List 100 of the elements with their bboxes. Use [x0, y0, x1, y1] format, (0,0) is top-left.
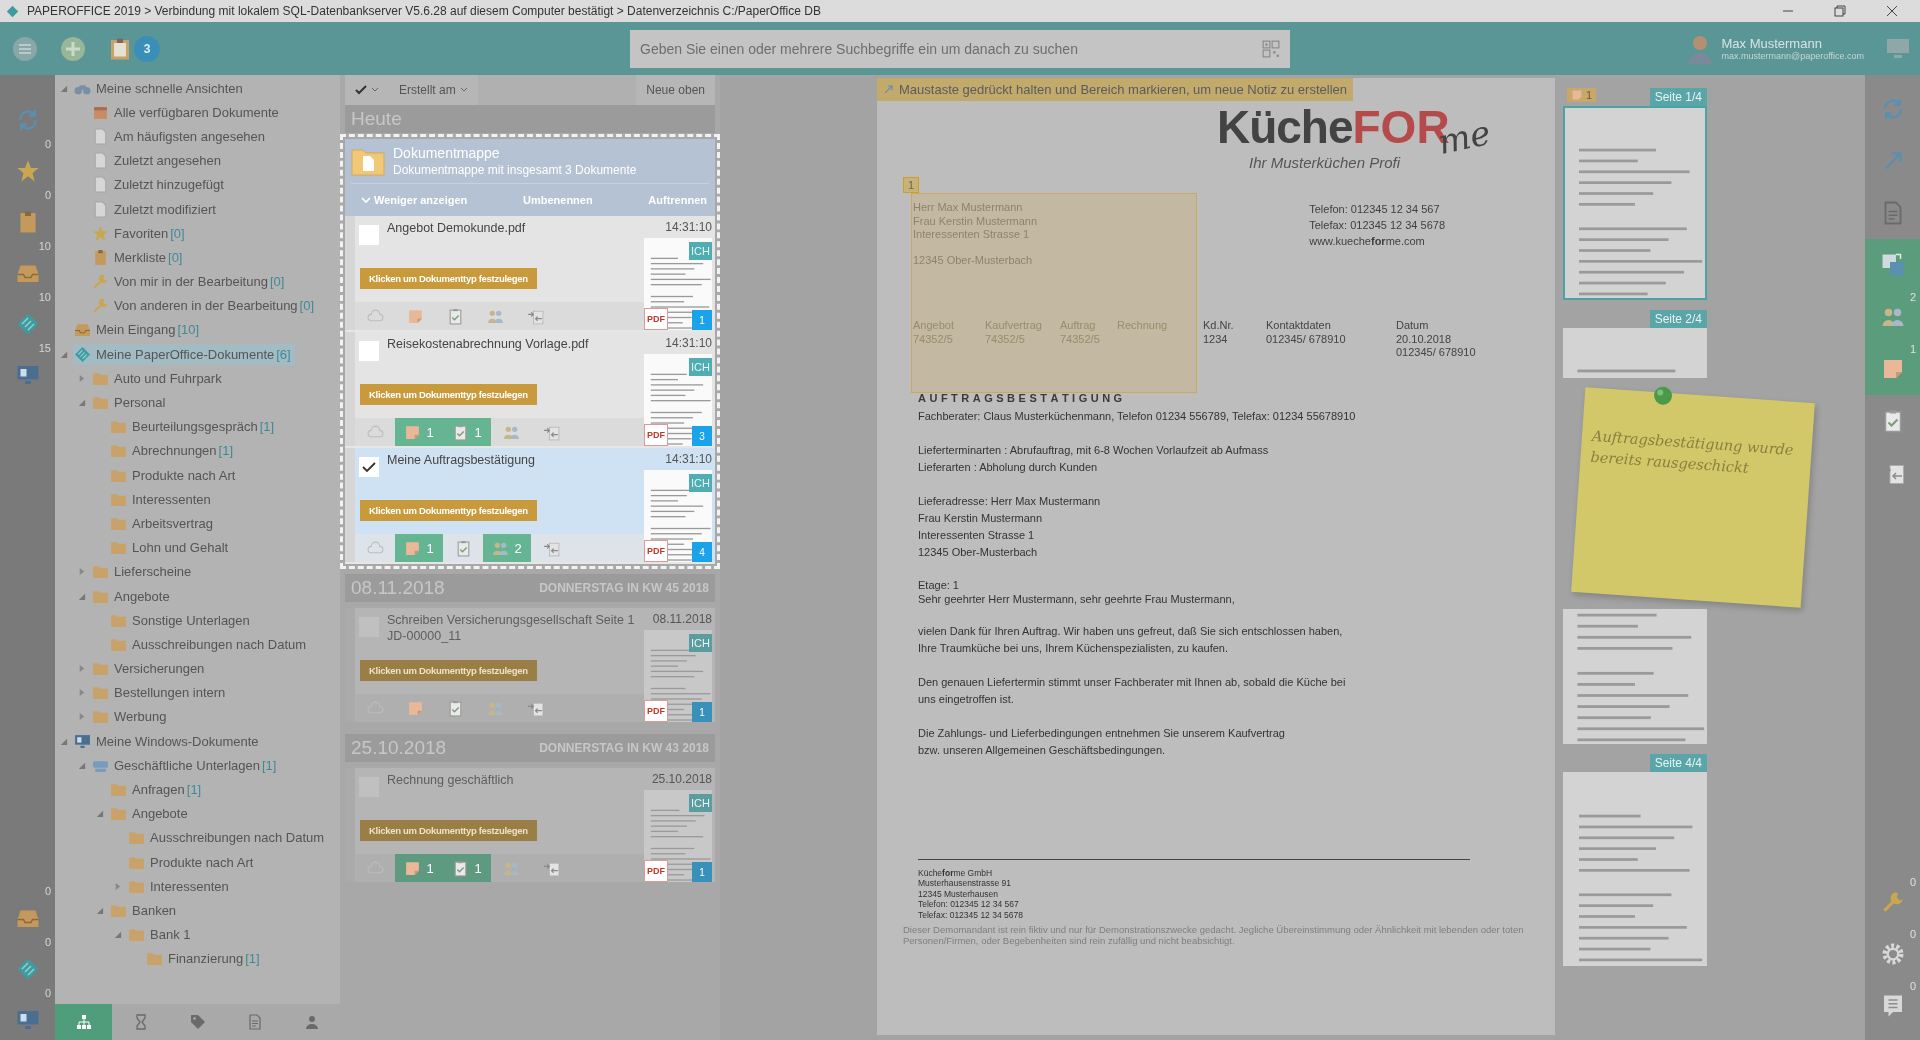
tree-item[interactable]: Favoriten[0]	[91, 222, 189, 244]
tree-item[interactable]: Geschäftliche Unterlagen[1]	[91, 754, 281, 776]
star-icon[interactable]	[15, 159, 40, 183]
tree-item[interactable]: Auto und Fuhrpark	[91, 367, 226, 389]
monitor-icon[interactable]	[15, 363, 40, 387]
tree-item[interactable]: Produkte nach Art	[109, 464, 240, 486]
clipboard-check-button[interactable]: 1	[443, 418, 491, 446]
tree-item[interactable]: Beurteilungsgespräch[1]	[109, 416, 279, 438]
note-area[interactable]	[911, 193, 1197, 393]
tree-item[interactable]: Angebote	[91, 585, 174, 607]
people-button[interactable]: 2	[483, 534, 531, 562]
tree-item[interactable]: Bank 1	[127, 924, 195, 946]
tree-item[interactable]: Interessenten	[127, 875, 233, 897]
tree-item[interactable]: Werbung	[91, 706, 171, 728]
tree-item[interactable]: Meine schnelle Ansichten	[73, 77, 247, 99]
note-button[interactable]: 1	[395, 534, 443, 562]
tree-item-label: Anfragen	[132, 782, 185, 798]
qr-code-icon[interactable]	[1262, 39, 1280, 58]
collapsed-arrow-icon[interactable]	[77, 567, 86, 577]
sort-dropdown[interactable]: Erstellt am	[389, 75, 478, 105]
tree-item[interactable]: Banken	[109, 899, 181, 921]
tree-item[interactable]: Zuletzt angesehen	[91, 150, 225, 172]
document-row[interactable]: Reisekostenabrechnung Vorlage.pdf Klicken um Dokumenttyp festzulegen 1 1 14:31:10 ICH PDF 3	[345, 332, 715, 446]
expanded-arrow-icon[interactable]	[77, 398, 86, 408]
folder-icon	[110, 781, 127, 799]
close-icon[interactable]	[1886, 5, 1898, 17]
folder-subtitle: Dokumentmappe mit insgesamt 3 Dokumente	[393, 163, 637, 177]
collapsed-arrow-icon[interactable]	[77, 373, 86, 383]
gear-icon[interactable]	[1880, 942, 1905, 966]
tree-item[interactable]: Meine PaperOffice-Dokumente[6]	[73, 343, 295, 365]
tree-item[interactable]: Zuletzt modifiziert	[91, 198, 220, 220]
tree-item[interactable]: Arbeitsvertrag	[109, 512, 217, 534]
tree-item[interactable]: Meine Windows-Dokumente	[73, 730, 263, 752]
note-button[interactable]: 1	[395, 418, 443, 446]
tree-item[interactable]: Lohn und Gehalt	[109, 537, 233, 559]
expanded-arrow-icon[interactable]	[59, 349, 68, 359]
collapsed-arrow-icon[interactable]	[77, 688, 86, 698]
document-type-button[interactable]: Klicken um Dokumenttyp festzulegen	[360, 384, 537, 405]
search-field[interactable]: Geben Sie einen oder mehrere Suchbegriffe ein um danach zu suchen	[630, 29, 1290, 68]
expanded-arrow-icon[interactable]	[95, 809, 104, 819]
document-row[interactable]: Meine Auftragsbestätigung Klicken um Dokumenttyp festzulegen 1 2 14:31:10 ICH PDF 4	[345, 448, 715, 562]
diamond-icon[interactable]	[15, 957, 40, 981]
document-row[interactable]: Angebot Demokunde.pdf Klicken um Dokumenttyp festzulegen 14:31:10 ICH PDF 1	[345, 216, 715, 330]
tree-item-label: Meine PaperOffice-Dokumente	[96, 346, 275, 362]
tree-item[interactable]: Alle verfügbaren Dokumente	[91, 101, 283, 123]
document-type-button[interactable]: Klicken um Dokumenttyp festzulegen	[360, 500, 537, 521]
tree-item[interactable]: Personal	[91, 392, 170, 414]
tree-item[interactable]: Bestellungen intern	[91, 682, 230, 704]
tree-item[interactable]: Angebote	[109, 803, 192, 825]
document-type-button[interactable]: Klicken um Dokumenttyp festzulegen	[360, 660, 537, 681]
page-thumbnail[interactable]	[1563, 772, 1707, 966]
tree-item[interactable]: Zuletzt hinzugefügt	[91, 174, 228, 196]
checkbox[interactable]	[359, 457, 379, 477]
checkbox[interactable]	[359, 341, 379, 361]
avatar-icon[interactable]	[1687, 33, 1714, 64]
panel-tab[interactable]	[55, 1004, 112, 1040]
page-thumbnail[interactable]	[1563, 106, 1707, 300]
note-button[interactable]: 1	[395, 854, 443, 882]
tree-item[interactable]: Finanzierung[1]	[145, 948, 264, 970]
menu-icon[interactable]	[12, 35, 38, 62]
expanded-arrow-icon[interactable]	[113, 930, 122, 940]
tree-item[interactable]: Mein Eingang[10]	[73, 319, 204, 341]
collapsed-arrow-icon[interactable]	[77, 664, 86, 674]
expanded-arrow-icon[interactable]	[77, 591, 86, 601]
select-dropdown[interactable]	[345, 75, 389, 105]
count-label: 0	[44, 885, 51, 897]
tray-icon	[74, 321, 91, 339]
tree-item[interactable]: Von anderen in der Bearbeitung[0]	[91, 295, 319, 317]
add-icon[interactable]	[60, 35, 86, 62]
order-button[interactable]: Neue oben	[636, 75, 715, 105]
tree-item[interactable]: Ausschreibungen nach Datum	[127, 827, 329, 849]
tree-item[interactable]: Produkte nach Art	[127, 851, 258, 873]
tree-item[interactable]: Von mir in der Bearbeitung[0]	[91, 271, 289, 293]
diamond-icon[interactable]	[15, 312, 40, 336]
document-type-button[interactable]: Klicken um Dokumenttyp festzulegen	[360, 820, 537, 841]
tree-item[interactable]: Am häufigsten angesehen	[91, 125, 270, 147]
monitor-icon[interactable]	[15, 1008, 40, 1032]
tree-item[interactable]: Abrechnungen[1]	[109, 440, 238, 462]
collapsed-arrow-icon[interactable]	[113, 881, 122, 891]
translate-icon[interactable]	[1880, 253, 1905, 277]
expanded-arrow-icon[interactable]	[59, 83, 68, 93]
checkbox[interactable]	[359, 225, 379, 245]
tree-item[interactable]: Ausschreibungen nach Datum	[109, 633, 311, 655]
tree-item[interactable]: Merkliste[0]	[91, 246, 187, 268]
collapsed-arrow-icon[interactable]	[77, 712, 86, 722]
restore-icon[interactable]	[1834, 5, 1846, 17]
expanded-arrow-icon[interactable]	[59, 736, 68, 746]
wrench-icon[interactable]	[1880, 890, 1905, 914]
clipboard-check-button[interactable]: 1	[443, 854, 491, 882]
tree-item[interactable]: Anfragen[1]	[109, 779, 206, 801]
expanded-arrow-icon[interactable]	[77, 760, 86, 770]
expanded-arrow-icon[interactable]	[95, 905, 104, 915]
monitor-icon	[74, 732, 91, 750]
tree-item[interactable]: Sonstige Unterlagen	[109, 609, 254, 631]
tree-item[interactable]: Versicherungen	[91, 658, 209, 680]
tree-item[interactable]: Lieferscheine	[91, 561, 196, 583]
tree-item-label: Interessenten	[150, 878, 229, 894]
count-label: 0	[1909, 980, 1916, 992]
tree-item[interactable]: Interessenten	[109, 488, 215, 510]
document-type-button[interactable]: Klicken um Dokumenttyp festzulegen	[360, 268, 537, 289]
